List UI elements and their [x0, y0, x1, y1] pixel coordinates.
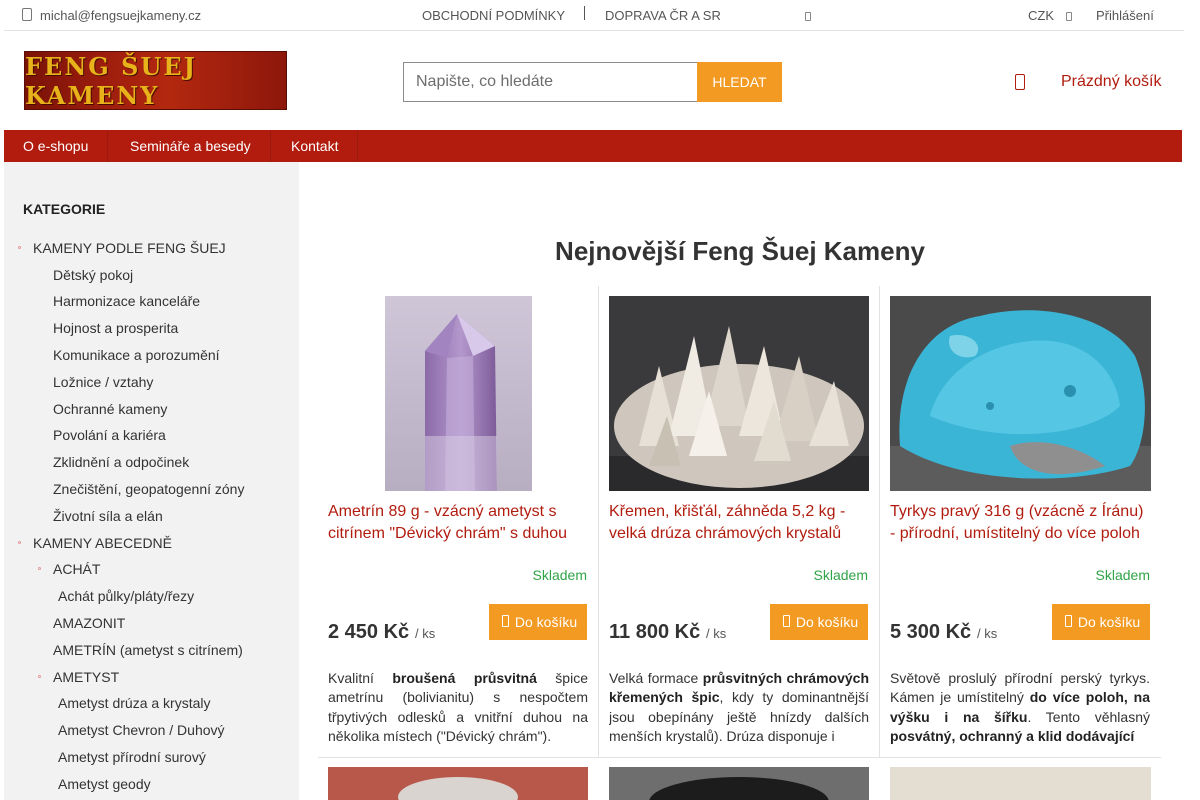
divider [584, 6, 585, 20]
cart-icon [502, 615, 509, 627]
product-image[interactable] [328, 767, 588, 800]
category-item[interactable]: Dětský pokoj [53, 267, 133, 283]
cart-link[interactable]: Prázdný košík [1061, 73, 1161, 91]
product-card: Křemen, křišťál, záhněda 5,2 kg - velká … [599, 286, 880, 757]
category-subitem[interactable]: Ametyst drúza a krystaly [58, 695, 211, 711]
sidebar-title: KATEGORIE [23, 201, 106, 217]
email-link[interactable]: michal@fengsuejkameny.cz [40, 8, 201, 23]
category-item[interactable]: Harmonizace kanceláře [53, 293, 200, 309]
bullet-icon [38, 675, 41, 678]
category-item[interactable]: AMETRÍN (ametyst s citrínem) [53, 642, 243, 658]
email-icon [22, 8, 32, 21]
product-price: 2 450 Kč [328, 621, 410, 643]
bullet-icon [18, 246, 21, 249]
product-card: Tyrkys pravý 316 g (vzácně z Íránu) - př… [880, 286, 1161, 757]
cart-icon [1065, 615, 1072, 627]
currency-selector[interactable]: CZK [1028, 8, 1054, 23]
row-divider [318, 757, 1161, 758]
product-description: Kvalitní broušená průsvitná špice ametrí… [328, 670, 588, 744]
product-image-thumbnail [890, 767, 1151, 800]
nav-item-about[interactable]: O e-shopu [4, 130, 109, 162]
stock-status: Skladem [532, 567, 587, 583]
category-item[interactable]: Znečištění, geopatogenní zóny [53, 481, 244, 497]
page-title: Nejnovější Feng Šuej Kameny [555, 236, 925, 266]
add-to-cart-label: Do košíku [514, 614, 578, 630]
login-link[interactable]: Přihlášení [1096, 8, 1154, 23]
category-item[interactable]: AMAZONIT [53, 615, 125, 631]
add-to-cart-label: Do košíku [795, 614, 859, 630]
site-logo[interactable]: FENG ŠUEJ KAMENY [24, 51, 287, 110]
category-item[interactable]: Ložnice / vztahy [53, 374, 153, 390]
category-item[interactable]: Životní síla a elán [53, 508, 163, 524]
add-to-cart-button[interactable]: Do košíku [770, 604, 868, 640]
add-to-cart-button[interactable]: Do košíku [1052, 604, 1150, 640]
price-unit: / ks [706, 626, 727, 641]
price-unit: / ks [977, 626, 998, 641]
price-unit: / ks [415, 626, 436, 641]
nav-item-contact[interactable]: Kontakt [272, 130, 359, 162]
logo-text: FENG ŠUEJ KAMENY [25, 51, 198, 110]
stock-status: Skladem [1095, 567, 1150, 583]
product-price: 11 800 Kč [609, 621, 701, 643]
category-subitem[interactable]: Ametyst geody [58, 776, 151, 792]
cart-icon[interactable] [1015, 74, 1025, 90]
product-price: 5 300 Kč [890, 621, 972, 643]
shipping-link[interactable]: Doprava ČR a SR [605, 8, 721, 23]
link-icon[interactable] [805, 12, 811, 21]
product-image-quartz-cluster [609, 296, 869, 491]
search-input[interactable] [403, 62, 697, 102]
main-nav: O e-shopu Semináře a besedy Kontakt [4, 130, 1182, 162]
category-alphabetical[interactable]: KAMENY ABECEDNĚ [33, 535, 172, 551]
category-item[interactable]: Povolání a kariéra [53, 427, 166, 443]
nav-item-seminars[interactable]: Semináře a besedy [111, 130, 271, 162]
category-item[interactable]: Hojnost a prosperita [53, 320, 178, 336]
category-item[interactable]: Ochranné kameny [53, 401, 167, 417]
product-image[interactable] [609, 767, 869, 800]
product-image[interactable] [890, 767, 1151, 800]
product-image-thumbnail [328, 767, 588, 800]
product-image-purple-crystal [385, 296, 532, 491]
stock-status: Skladem [813, 567, 868, 583]
product-image-turquoise [890, 296, 1151, 491]
chevron-down-icon[interactable] [1066, 12, 1072, 21]
bullet-icon [38, 567, 41, 570]
product-name[interactable]: Křemen, křišťál, záhněda 5,2 kg - velká … [609, 501, 869, 545]
product-card: Ametrín 89 g - vzácný ametyst s citrínem… [318, 286, 599, 757]
add-to-cart-label: Do košíku [1077, 614, 1141, 630]
category-item[interactable]: Komunikace a porozumění [53, 347, 220, 363]
product-name[interactable]: Tyrkys pravý 316 g (vzácně z Íránu) - př… [890, 501, 1150, 545]
product-description: Velká formace průsvitných chrámových kře… [609, 670, 869, 744]
category-subitem[interactable]: Ametyst přírodní surový [58, 749, 206, 765]
category-subitem[interactable]: Achát půlky/pláty/řezy [58, 588, 194, 604]
cart-icon [783, 615, 790, 627]
product-image[interactable] [609, 296, 869, 491]
product-image[interactable] [890, 296, 1151, 491]
product-image-thumbnail [609, 767, 869, 800]
category-subitem[interactable]: Ametyst Chevron / Duhový [58, 722, 225, 738]
category-item[interactable]: AMETYST [53, 669, 119, 685]
product-name[interactable]: Ametrín 89 g - vzácný ametyst s citrínem… [328, 501, 588, 545]
category-item[interactable]: Zklidnění a odpočinek [53, 454, 189, 470]
product-image[interactable] [385, 296, 532, 491]
category-item[interactable]: ACHÁT [53, 561, 100, 577]
category-feng-shui[interactable]: KAMENY PODLE FENG ŠUEJ [33, 240, 226, 256]
search-button[interactable]: Hledat [697, 62, 782, 102]
category-sidebar: KATEGORIE KAMENY PODLE FENG ŠUEJ Dětský … [4, 162, 299, 800]
product-description: Světově proslulý přírodní perský tyrkys.… [890, 670, 1150, 744]
terms-link[interactable]: Obchodní podmínky [422, 8, 565, 23]
bullet-icon [18, 541, 21, 544]
page: michal@fengsuejkameny.cz Obchodní podmín… [0, 0, 1200, 800]
top-bar: michal@fengsuejkameny.cz Obchodní podmín… [4, 0, 1184, 31]
add-to-cart-button[interactable]: Do košíku [489, 604, 587, 640]
